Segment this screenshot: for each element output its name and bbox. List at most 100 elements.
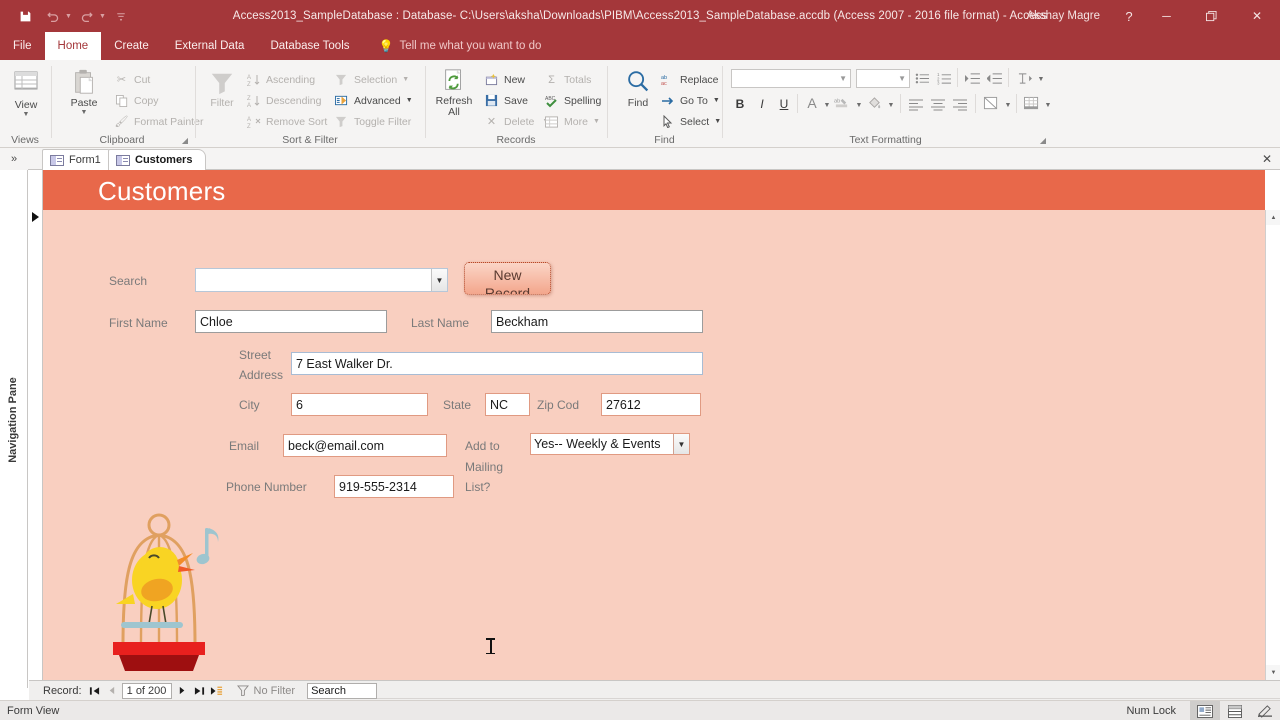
ribbon-tab-file[interactable]: File [0, 32, 45, 60]
bullet-list-icon[interactable] [913, 68, 931, 88]
ribbon-tab-create[interactable]: Create [101, 32, 162, 60]
gridlines-icon[interactable] [1022, 93, 1040, 113]
font-name-dropdown-icon[interactable]: ▼ [839, 74, 847, 83]
remove-sort-button[interactable]: AZ Remove Sort [246, 112, 327, 131]
more-dropdown-icon[interactable]: ▼ [593, 118, 600, 125]
new-blank-record-button[interactable] [208, 682, 225, 700]
new-record-button[interactable]: New [484, 70, 525, 89]
chevron-down-icon[interactable]: ▼ [431, 269, 447, 291]
scroll-up-button[interactable]: ▲ [1266, 210, 1280, 225]
view-button[interactable]: View ▼ [0, 68, 52, 119]
more-button[interactable]: More ▼ [544, 112, 600, 131]
record-search-input[interactable]: Search [307, 683, 377, 699]
font-size-dropdown-icon[interactable]: ▼ [898, 74, 906, 83]
sort-ascending-button[interactable]: AZ Ascending [246, 70, 315, 89]
text-formatting-dialog-launcher[interactable]: ◢ [1040, 136, 1046, 145]
format-painter-button[interactable]: 🖌 Format Painter [114, 112, 203, 131]
datasheet-view-button[interactable] [1220, 701, 1250, 720]
last-record-button[interactable] [191, 682, 208, 700]
font-size-combo[interactable]: ▼ [856, 69, 910, 88]
increase-indent-icon[interactable] [985, 68, 1003, 88]
city-input[interactable]: 6 [291, 393, 428, 416]
clipboard-dialog-launcher[interactable]: ◢ [182, 136, 188, 145]
bold-button[interactable]: B [731, 94, 749, 114]
highlight-color-icon[interactable]: ab [833, 93, 851, 113]
find-button[interactable]: Find [612, 68, 664, 109]
last-name-input[interactable]: Beckham [491, 310, 703, 333]
navigation-pane[interactable]: Navigation Pane [0, 170, 28, 688]
datasheet-format-dropdown-icon[interactable]: ▼ [1003, 95, 1013, 115]
ribbon-tab-database-tools[interactable]: Database Tools [257, 32, 362, 60]
tell-me-search[interactable]: 💡 Tell me what you want to do [363, 32, 555, 60]
document-tab-customers[interactable]: Customers [108, 149, 206, 170]
help-icon[interactable]: ? [1114, 9, 1144, 24]
zip-code-input[interactable]: 27612 [601, 393, 701, 416]
email-input[interactable]: beck@email.com [283, 434, 447, 457]
new-record-form-button[interactable]: New Record [464, 262, 551, 295]
state-input[interactable]: NC [485, 393, 530, 416]
save-record-button[interactable]: Save [484, 91, 528, 110]
align-right-icon[interactable] [951, 94, 969, 114]
filter-status[interactable]: No Filter [237, 685, 296, 697]
underline-button[interactable]: U [775, 94, 793, 114]
search-combo[interactable]: ▼ [195, 268, 448, 292]
select-dropdown-icon[interactable]: ▼ [714, 118, 721, 125]
scrollbar-thumb[interactable] [1266, 225, 1280, 610]
text-direction-dropdown-icon[interactable]: ▼ [1036, 69, 1046, 89]
close-button[interactable]: ✕ [1234, 0, 1280, 32]
font-color-icon[interactable]: A [803, 93, 821, 113]
form-vertical-scrollbar[interactable]: ▲ ▼ [1265, 210, 1280, 680]
chevron-down-icon[interactable]: ▼ [673, 434, 689, 454]
gridlines-dropdown-icon[interactable]: ▼ [1043, 95, 1053, 115]
selection-button[interactable]: Selection ▼ [334, 70, 409, 89]
advanced-dropdown-icon[interactable]: ▼ [406, 97, 413, 104]
record-selector-bar[interactable] [29, 170, 43, 680]
next-record-button[interactable] [174, 682, 191, 700]
filter-button[interactable]: Filter [196, 70, 248, 109]
navigation-pane-expand-button[interactable]: » [0, 148, 28, 170]
copy-button[interactable]: Copy [114, 91, 159, 110]
form-view-button[interactable] [1190, 701, 1220, 720]
ribbon-tab-external-data[interactable]: External Data [162, 32, 258, 60]
align-center-icon[interactable] [929, 94, 947, 114]
toggle-filter-button[interactable]: Toggle Filter [334, 112, 411, 131]
fill-color-icon[interactable] [865, 93, 883, 113]
scroll-down-button[interactable]: ▼ [1266, 665, 1280, 680]
cut-button[interactable]: ✂ Cut [114, 70, 150, 89]
fill-color-dropdown-icon[interactable]: ▼ [886, 95, 896, 115]
first-name-input[interactable]: Chloe [195, 310, 387, 333]
view-dropdown-icon[interactable]: ▼ [23, 111, 30, 119]
current-record-box[interactable]: 1 of 200 [122, 683, 172, 699]
align-left-icon[interactable] [907, 94, 925, 114]
design-view-button[interactable] [1250, 701, 1280, 720]
refresh-all-button[interactable]: Refresh All [426, 68, 482, 118]
delete-record-button[interactable]: ✕ Delete ▼ [484, 112, 549, 131]
advanced-button[interactable]: Advanced ▼ [334, 91, 413, 110]
restore-button[interactable] [1189, 0, 1234, 32]
select-button[interactable]: Select ▼ [660, 112, 721, 131]
italic-button[interactable]: I [753, 94, 771, 114]
close-document-button[interactable]: ✕ [1262, 152, 1272, 166]
totals-button[interactable]: Σ Totals [544, 70, 591, 89]
paste-dropdown-icon[interactable]: ▼ [81, 109, 88, 117]
spelling-button[interactable]: ABC Spelling [544, 91, 601, 110]
user-account-name[interactable]: Akshay Magre [1012, 10, 1114, 22]
ribbon-tab-home[interactable]: Home [45, 32, 102, 60]
first-record-button[interactable] [86, 682, 103, 700]
font-name-combo[interactable]: ▼ [731, 69, 851, 88]
mailing-list-combo[interactable]: Yes-- Weekly & Events ▼ [530, 433, 690, 455]
sort-descending-button[interactable]: ZA Descending [246, 91, 321, 110]
selection-dropdown-icon[interactable]: ▼ [402, 76, 409, 83]
replace-button[interactable]: abac Replace [660, 70, 719, 89]
text-direction-icon[interactable] [1015, 68, 1033, 88]
font-color-dropdown-icon[interactable]: ▼ [822, 95, 832, 115]
previous-record-button[interactable] [103, 682, 120, 700]
decrease-indent-icon[interactable] [963, 68, 981, 88]
street-address-input[interactable]: 7 East Walker Dr. [291, 352, 703, 375]
document-tab-form1[interactable]: Form1 [42, 149, 115, 170]
minimize-button[interactable]: ─ [1144, 0, 1189, 32]
numbered-list-icon[interactable]: 123 [935, 68, 953, 88]
goto-dropdown-icon[interactable]: ▼ [713, 97, 720, 104]
goto-button[interactable]: Go To ▼ [660, 91, 720, 110]
datasheet-format-icon[interactable] [982, 93, 1000, 113]
